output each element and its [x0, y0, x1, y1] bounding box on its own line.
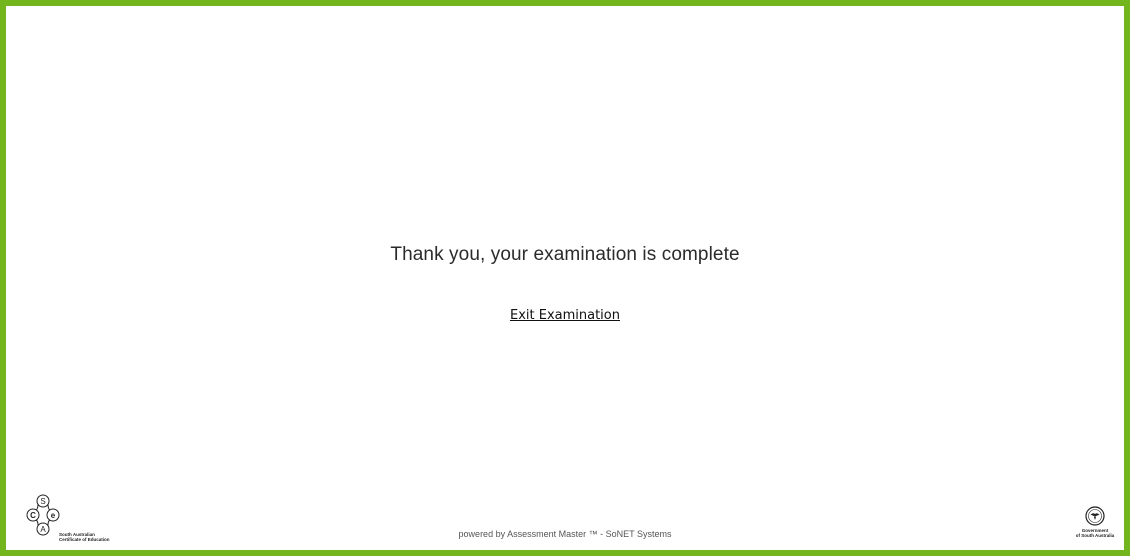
sace-letter-e: e — [51, 511, 56, 520]
exam-complete-frame: Thank you, your examination is complete … — [0, 0, 1130, 556]
powered-by-text: powered by Assessment Master ™ - SoNET S… — [458, 529, 672, 539]
gov-logo-text: Government of South Australia — [1072, 528, 1118, 538]
exit-examination-link[interactable]: Exit Examination — [510, 308, 620, 323]
sace-letter-c: C — [30, 511, 36, 520]
gov-line2: of South Australia — [1075, 533, 1115, 538]
completion-message: Thank you, your examination is complete — [390, 244, 740, 265]
sace-letter-s: S — [40, 497, 45, 506]
exit-link-container: Exit Examination — [6, 306, 1124, 324]
gov-sa-logo: Government of South Australia — [1072, 506, 1118, 546]
piping-shrike-emblem-icon — [1085, 506, 1105, 526]
